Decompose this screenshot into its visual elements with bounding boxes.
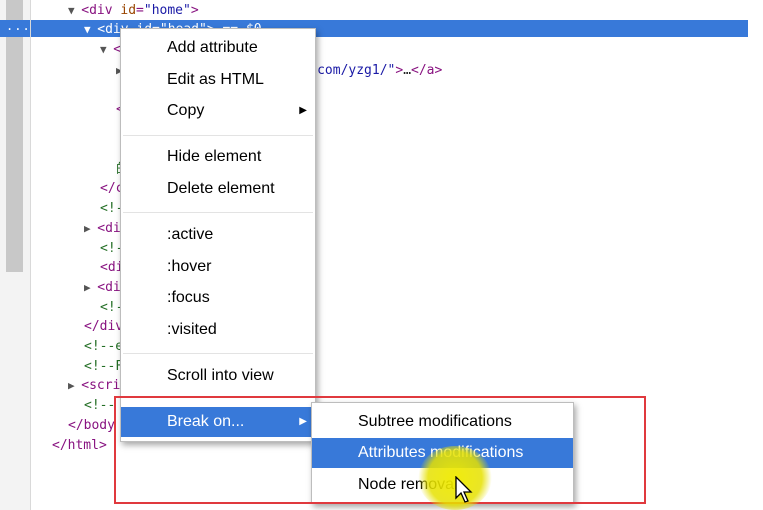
menu-item-focus[interactable]: :focus (121, 283, 315, 313)
menu-item-label: Add attribute (167, 39, 258, 56)
code-token: <di (97, 221, 121, 236)
menu-item-label: Scroll into view (167, 367, 274, 384)
code-token: </html> (52, 438, 107, 453)
code-token: </div (84, 319, 124, 334)
devtools-gutter: ... (0, 0, 31, 510)
code-token: <!--e (84, 339, 124, 354)
menu-item-label: :focus (167, 289, 210, 306)
code-token: … (403, 63, 412, 78)
code-token: <di (97, 22, 121, 37)
dom-tree-line[interactable]: </body (68, 417, 115, 434)
code-token: <scri (81, 378, 121, 393)
menu-item-label: Delete element (167, 180, 275, 197)
menu-item-label: Hide element (167, 148, 262, 165)
annotation-highlight-box (114, 396, 646, 504)
code-token: <!-- (84, 398, 116, 413)
menu-item-delete-element[interactable]: Delete element (121, 174, 315, 204)
menu-item-hide-element[interactable]: Hide element (121, 142, 315, 172)
scrollbar-thumb[interactable] (6, 0, 23, 272)
menu-item-label: Edit as HTML (167, 71, 264, 88)
code-token: <di (97, 280, 121, 295)
code-token: </body (68, 418, 115, 433)
menu-item-label: :active (167, 226, 214, 243)
menu-item-hover[interactable]: :hover (121, 252, 315, 282)
menu-item-copy[interactable]: Copy ▶ (121, 96, 315, 126)
submenu-arrow-icon: ▶ (299, 105, 307, 116)
context-menu: Add attribute Edit as HTML Copy ▶ Hide el… (120, 28, 316, 442)
code-token: <!--F (84, 359, 124, 374)
menu-item-visited[interactable]: :visited (121, 315, 315, 345)
menu-separator (123, 353, 313, 354)
expand-triangle-icon[interactable]: ▶ (68, 379, 81, 392)
dom-tree-line[interactable]: ▼ <div id="home"> (68, 2, 199, 19)
code-token: </a> (411, 63, 443, 78)
menu-separator (123, 135, 313, 136)
collapse-triangle-icon[interactable]: ▼ (84, 23, 97, 36)
menu-item-add-attribute[interactable]: Add attribute (121, 33, 315, 63)
code-token: id (120, 3, 137, 18)
code-token: = (136, 3, 144, 18)
menu-item-edit-as-html[interactable]: Edit as HTML (121, 65, 315, 95)
code-token: > (190, 3, 199, 18)
more-options-icon[interactable]: ... (6, 19, 31, 33)
dom-tree-line[interactable]: <!-- (84, 397, 115, 414)
menu-separator (123, 212, 313, 213)
menu-item-active[interactable]: :active (121, 220, 315, 250)
mouse-pointer-icon (455, 476, 473, 503)
menu-item-label: :visited (167, 321, 217, 338)
dom-tree-line[interactable]: ▶ <scri (68, 377, 120, 394)
menu-item-label: :hover (167, 258, 212, 275)
menu-item-label: Copy (167, 102, 205, 119)
collapse-triangle-icon[interactable]: ▼ (68, 4, 81, 17)
dom-tree-line[interactable]: ▼ < (100, 41, 121, 58)
collapse-triangle-icon[interactable]: ▼ (100, 43, 113, 56)
dom-tree-line[interactable]: </div (84, 318, 123, 335)
expand-triangle-icon[interactable]: ▶ (84, 281, 97, 294)
code-token: "home" (143, 3, 191, 18)
dom-tree-line[interactable]: </html> (52, 437, 107, 454)
code-token: <div (81, 3, 121, 18)
dom-tree-line[interactable]: ▶ <di (84, 279, 121, 296)
menu-item-scroll-into-view[interactable]: Scroll into view (121, 361, 315, 391)
expand-triangle-icon[interactable]: ▶ (84, 222, 97, 235)
dom-tree-line[interactable]: ▶ <di (84, 220, 121, 237)
